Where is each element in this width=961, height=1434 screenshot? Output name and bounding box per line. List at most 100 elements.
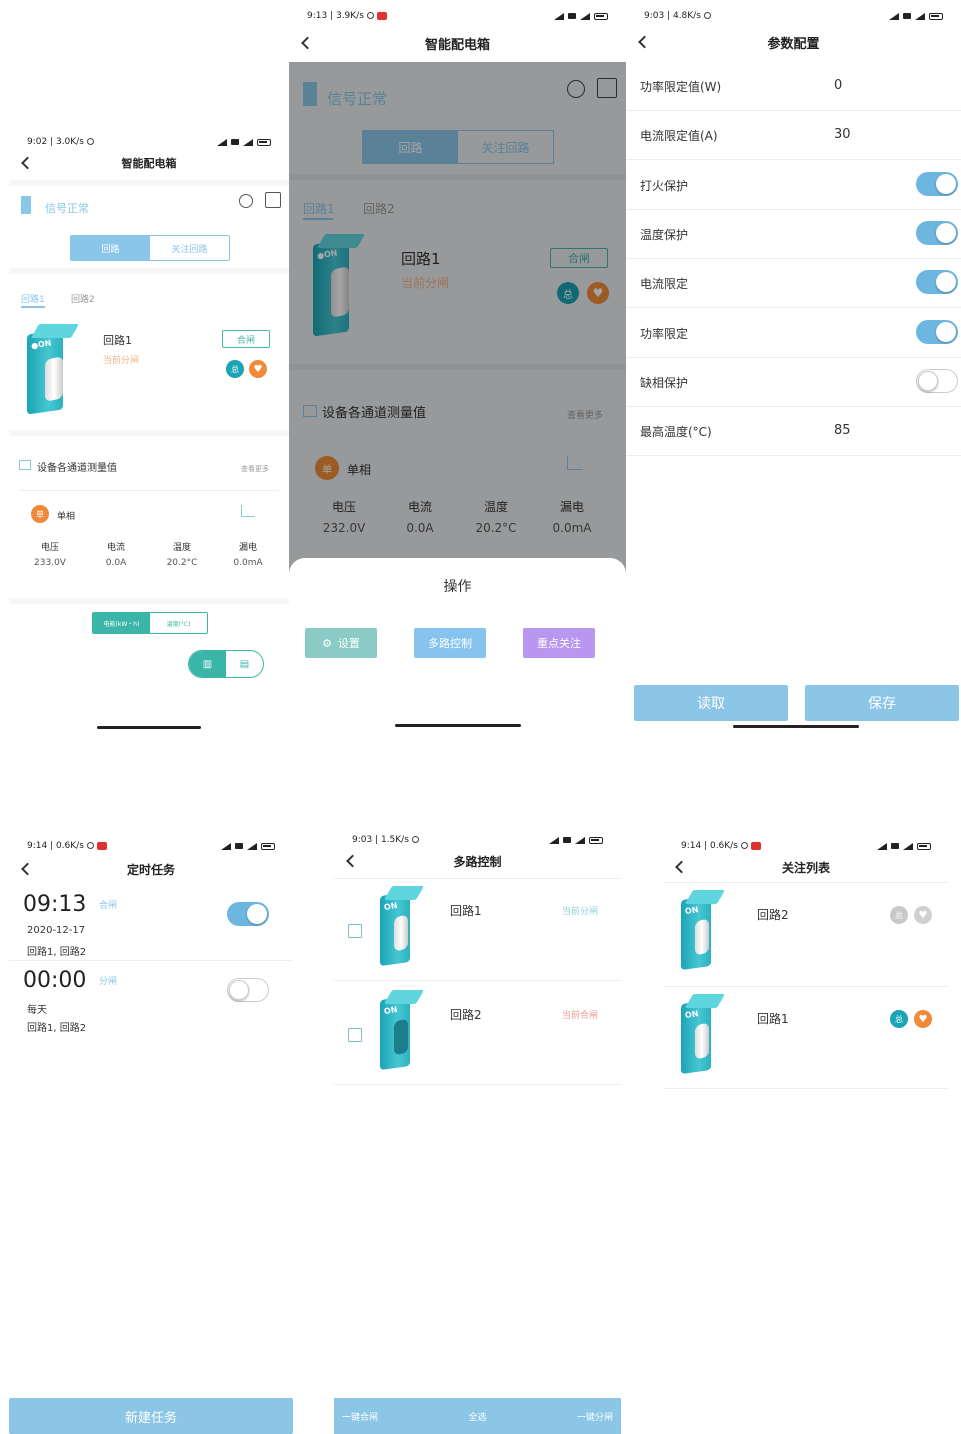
back-icon[interactable] — [675, 860, 688, 874]
battery-icon — [589, 836, 603, 844]
status-time: 9:13 | 3.9K/s — [307, 11, 364, 21]
wifi-icon — [563, 837, 571, 843]
parameter-toggle[interactable] — [916, 220, 958, 245]
back-icon[interactable] — [346, 854, 359, 868]
close-all-button[interactable]: 一键合闸 — [342, 1410, 378, 1423]
status-time: 9:03 | 4.8K/s — [644, 11, 701, 21]
val-temp: 20.2°C — [166, 558, 198, 568]
divider — [626, 307, 961, 309]
task-toggle[interactable] — [227, 978, 269, 1002]
signal-icon — [915, 12, 925, 20]
circuit-name: 回路1 — [757, 1012, 789, 1026]
task-date: 2020-12-17 — [27, 925, 86, 936]
col-voltage: 电压 — [40, 543, 59, 553]
multi-control-button[interactable]: 多路控制 — [414, 628, 486, 658]
heart-icon[interactable]: ♥ — [914, 906, 932, 924]
select-all-button[interactable]: 全选 — [468, 1410, 486, 1423]
line-chart-icon[interactable]: ▤ — [226, 651, 263, 677]
back-icon[interactable] — [638, 35, 651, 49]
segment-energy[interactable]: 电能(kW・h) — [93, 613, 150, 633]
parameter-value-input[interactable]: 0 — [834, 78, 842, 93]
history-icon[interactable] — [239, 194, 253, 208]
screen-timer-tasks: 9:14 | 0.6K/s 定时任务 09:13 合闸 2020-12-17 回… — [9, 832, 293, 1434]
segment-temp[interactable]: 温度(°C) — [150, 613, 207, 633]
nav-bar: 智能配电箱 — [289, 28, 626, 58]
screen-operation-sheet: 9:13 | 3.9K/s 智能配电箱 信号正常 回路 关注回路 回路1 回路2… — [289, 0, 626, 740]
measure-icon — [19, 460, 31, 470]
new-task-button[interactable]: 新建任务 — [9, 1398, 293, 1434]
task-toggle[interactable] — [227, 902, 269, 926]
checkbox[interactable] — [348, 1028, 362, 1042]
chart-segment: 电能(kW・h) 温度(°C) — [92, 612, 208, 634]
wifi-icon — [568, 13, 576, 19]
segment-circuits[interactable]: 回路 — [71, 236, 150, 260]
signal-icon — [575, 836, 585, 844]
screen-multi-control: 9:03 | 1.5K/s 多路控制 ON 回路1 当前分闸 ON 回路2 当前… — [334, 826, 621, 1434]
parameter-label: 最高温度(°C) — [640, 425, 712, 440]
breaker-image: ●ON — [27, 324, 87, 424]
breaker-image: ON — [380, 886, 430, 970]
home-indicator — [395, 724, 521, 727]
divider — [626, 356, 961, 358]
save-button[interactable]: 保存 — [805, 685, 959, 721]
parameter-toggle[interactable] — [916, 270, 958, 295]
screen-parameters: 9:03 | 4.8K/s 参数配置 功率限定值(W) 0 电流限定值(A) 30 打火… — [626, 0, 961, 740]
open-all-button[interactable]: 一键分闸 — [577, 1410, 613, 1423]
battery-icon — [929, 12, 943, 20]
tab-circuit-1[interactable]: 回路1 — [21, 292, 45, 305]
parameter-label: 功率限定 — [640, 326, 689, 341]
adjust-icon[interactable] — [265, 192, 281, 208]
task-action: 合闸 — [99, 901, 118, 911]
heart-icon[interactable]: ♥ — [249, 360, 267, 378]
total-badge: 总 — [226, 360, 244, 378]
chart-icon[interactable] — [241, 505, 255, 517]
circuit-name: 回路1 — [450, 904, 482, 918]
circuit-name: 回路1 — [103, 334, 132, 347]
close-breaker-button[interactable]: 合闸 — [222, 330, 270, 348]
back-icon[interactable] — [21, 156, 34, 170]
divider — [334, 1084, 621, 1085]
bar-chart-icon[interactable]: ▥ — [189, 651, 226, 677]
signal-icon — [243, 138, 253, 146]
segment-followed[interactable]: 关注回路 — [150, 236, 229, 260]
wifi-icon — [903, 13, 911, 19]
parameter-value-input[interactable]: 30 — [834, 127, 851, 142]
task-time: 00:00 — [23, 968, 87, 993]
divider — [9, 598, 289, 604]
follow-button[interactable]: 重点关注 — [523, 628, 595, 658]
nav-bar: 关注列表 — [663, 852, 949, 882]
col-temp: 温度 — [172, 543, 191, 553]
parameter-label: 电流限定值(A) — [640, 129, 718, 144]
parameter-toggle[interactable] — [916, 171, 958, 196]
divider — [626, 159, 961, 161]
divider — [9, 960, 293, 961]
circuit-name: 回路2 — [450, 1008, 482, 1022]
tab-circuit-2[interactable]: 回路2 — [71, 292, 95, 305]
parameter-value-input[interactable]: 85 — [834, 423, 851, 438]
parameter-toggle[interactable] — [916, 319, 958, 344]
page-title: 定时任务 — [126, 862, 175, 877]
bottom-bar: 一键合闸 全选 一键分闸 — [334, 1398, 621, 1434]
breaker-image: ON — [380, 990, 430, 1074]
page-title: 智能配电箱 — [121, 157, 177, 170]
total-badge: 总 — [890, 1010, 908, 1028]
signal-status-icon — [21, 196, 31, 214]
modal-overlay[interactable] — [289, 62, 626, 582]
heart-icon[interactable]: ♥ — [914, 1010, 932, 1028]
alarm-icon — [411, 836, 419, 843]
back-icon[interactable] — [301, 36, 314, 50]
notification-icon — [96, 841, 107, 850]
checkbox[interactable] — [348, 924, 362, 938]
divider — [626, 455, 961, 457]
phase-label: 单相 — [57, 512, 76, 522]
view-more-link[interactable]: 查看更多 — [241, 464, 269, 474]
signal-icon — [554, 12, 564, 20]
read-button[interactable]: 读取 — [634, 685, 788, 721]
parameter-toggle[interactable] — [916, 368, 958, 393]
back-icon[interactable] — [21, 862, 34, 876]
divider — [626, 208, 961, 210]
alarm-icon — [740, 842, 748, 849]
alarm-icon — [86, 842, 94, 849]
wifi-icon — [235, 843, 243, 849]
settings-button[interactable]: ⚙ 设置 — [305, 628, 377, 658]
